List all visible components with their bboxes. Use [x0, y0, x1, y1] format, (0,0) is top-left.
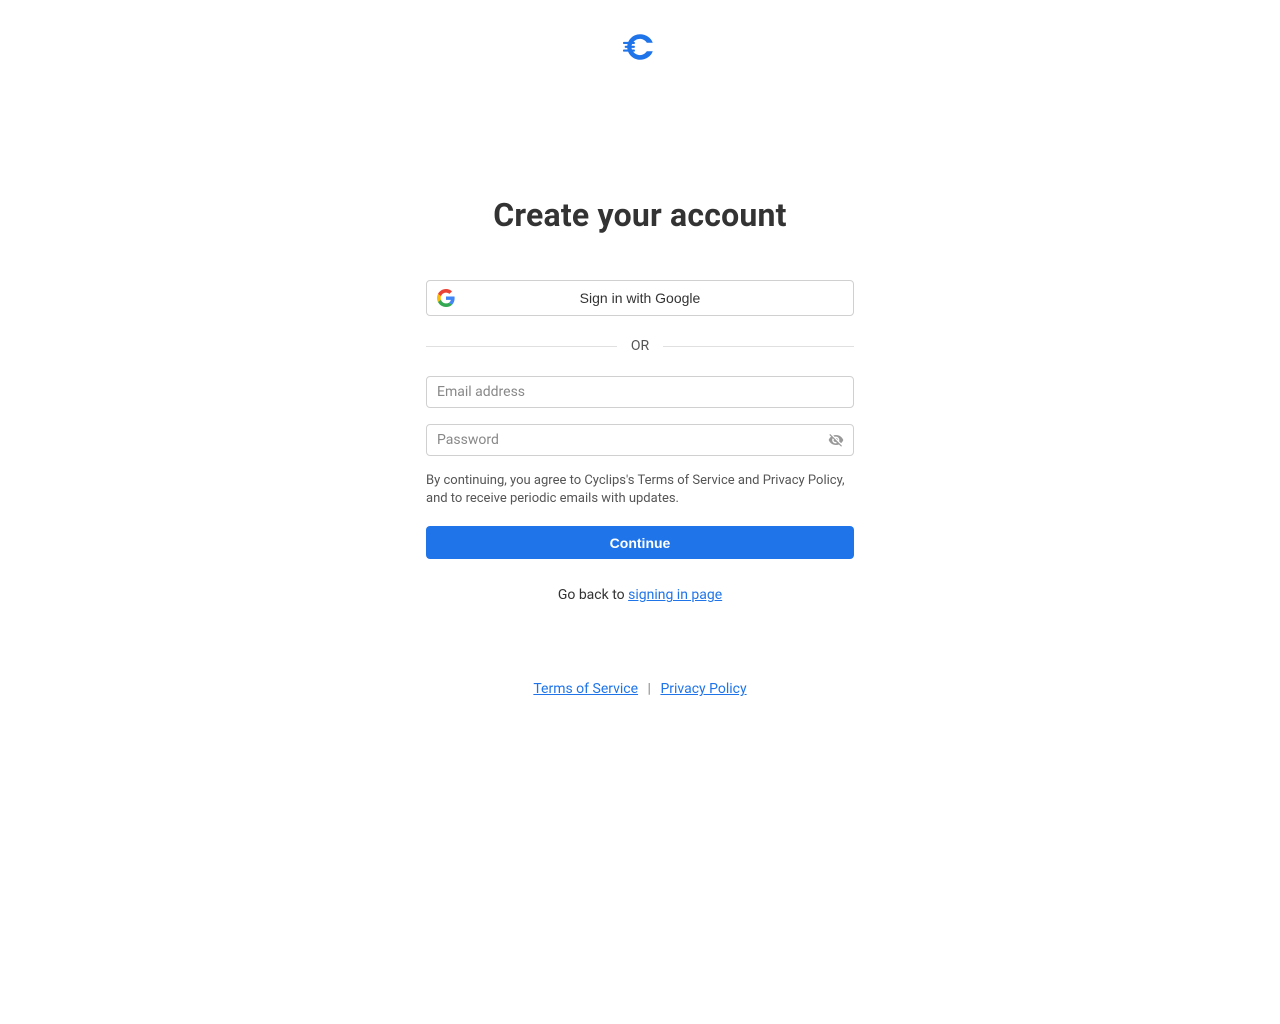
signing-in-link[interactable]: signing in page: [628, 587, 722, 603]
divider-text: OR: [617, 338, 663, 354]
email-field[interactable]: [426, 376, 854, 408]
go-back-text: Go back to signing in page: [426, 587, 854, 603]
divider: OR: [426, 338, 854, 354]
cyclips-logo: [623, 32, 657, 66]
google-signin-button[interactable]: Sign in with Google: [426, 280, 854, 316]
divider-line-right: [663, 346, 854, 347]
visibility-off-icon[interactable]: [828, 432, 844, 448]
password-field[interactable]: [426, 424, 854, 456]
page-title: Create your account: [426, 196, 854, 234]
go-back-prefix: Go back to: [558, 587, 628, 603]
divider-line-left: [426, 346, 617, 347]
footer-separator: |: [642, 681, 657, 697]
footer-links: Terms of Service | Privacy Policy: [426, 681, 854, 697]
continue-button[interactable]: Continue: [426, 526, 854, 559]
privacy-policy-link[interactable]: Privacy Policy: [660, 681, 746, 697]
google-signin-label: Sign in with Google: [427, 290, 853, 306]
google-icon: [437, 289, 455, 307]
terms-text: By continuing, you agree to Cyclips's Te…: [426, 472, 854, 508]
terms-of-service-link[interactable]: Terms of Service: [533, 681, 638, 697]
